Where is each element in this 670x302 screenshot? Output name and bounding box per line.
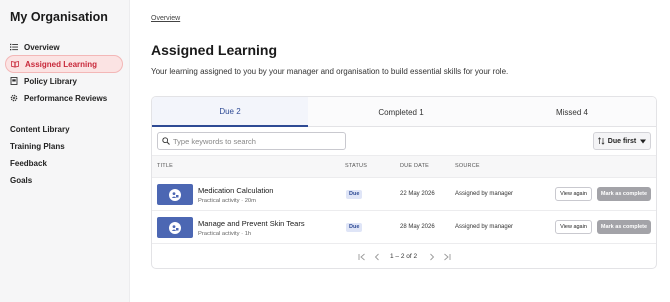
breadcrumb-overview-link[interactable]: Overview: [151, 15, 180, 22]
page-title: Assigned Learning: [151, 42, 278, 58]
table-row[interactable]: Medication Calculation Practical activit…: [152, 178, 656, 211]
status-badge: Due: [346, 223, 363, 232]
course-title[interactable]: Manage and Prevent Skin Tears: [198, 219, 305, 228]
due-date: 28 May 2026: [400, 224, 435, 230]
column-header-status: STATUS: [345, 163, 368, 169]
course-meta: Practical activity · 1h: [198, 231, 252, 237]
caret-down-icon: [640, 139, 647, 144]
activity-icon: [169, 188, 181, 201]
column-header-source: SOURCE: [455, 163, 480, 169]
view-again-button[interactable]: View again: [555, 220, 592, 234]
next-page-icon[interactable]: [427, 252, 437, 262]
tab-completed[interactable]: Completed 1: [323, 97, 479, 127]
list-icon: [10, 43, 18, 51]
gear-icon: [10, 94, 18, 102]
last-page-icon[interactable]: [442, 252, 452, 262]
assigned-learning-panel: Due 2 Completed 1 Missed 4 Due first TIT…: [151, 96, 657, 269]
first-page-icon[interactable]: [357, 252, 367, 262]
sidebar-item-feedback[interactable]: Feedback: [10, 159, 47, 168]
sidebar-item-label: Performance Reviews: [24, 93, 108, 103]
table-row[interactable]: Manage and Prevent Skin Tears Practical …: [152, 211, 656, 244]
search-box[interactable]: [157, 132, 346, 150]
sidebar: My Organisation Overview Assigned Learni…: [0, 0, 130, 302]
sidebar-title: My Organisation: [10, 10, 108, 24]
tab-bar: Due 2 Completed 1 Missed 4: [152, 97, 656, 127]
source: Assigned by manager: [455, 224, 514, 230]
sort-button[interactable]: Due first: [593, 132, 651, 150]
course-thumbnail: [157, 184, 193, 205]
sidebar-item-assigned-learning[interactable]: Assigned Learning: [5, 55, 123, 73]
activity-icon: [169, 221, 181, 234]
view-again-button[interactable]: View again: [555, 187, 592, 201]
sort-icon: [597, 137, 605, 145]
sidebar-item-overview[interactable]: Overview: [5, 38, 123, 56]
search-icon: [162, 132, 170, 150]
tab-due[interactable]: Due 2: [152, 97, 308, 127]
mark-complete-button[interactable]: Mark as complete: [597, 187, 651, 201]
sidebar-item-policy-library[interactable]: Policy Library: [5, 72, 123, 90]
previous-page-icon[interactable]: [372, 252, 382, 262]
sidebar-item-goals[interactable]: Goals: [10, 176, 32, 185]
page-description: Your learning assigned to you by your ma…: [151, 67, 509, 76]
column-header-title: TITLE: [157, 163, 173, 169]
course-thumbnail: [157, 217, 193, 238]
book-icon: [11, 60, 19, 68]
course-title[interactable]: Medication Calculation: [198, 186, 273, 195]
tab-missed[interactable]: Missed 4: [494, 97, 650, 127]
mark-complete-button[interactable]: Mark as complete: [597, 220, 651, 234]
course-meta: Practical activity · 20m: [198, 198, 256, 204]
sidebar-item-content-library[interactable]: Content Library: [10, 125, 70, 134]
status-badge: Due: [346, 190, 363, 199]
sidebar-item-label: Assigned Learning: [25, 59, 98, 69]
sidebar-item-performance-reviews[interactable]: Performance Reviews: [5, 89, 123, 107]
sort-label: Due first: [607, 137, 637, 145]
search-input[interactable]: [173, 136, 343, 146]
due-date: 22 May 2026: [400, 191, 435, 197]
pagination: 1 – 2 of 2: [152, 248, 656, 266]
sidebar-item-label: Policy Library: [24, 76, 77, 86]
source: Assigned by manager: [455, 191, 514, 197]
table-header: TITLE STATUS DUE DATE SOURCE: [152, 155, 656, 178]
sidebar-item-training-plans[interactable]: Training Plans: [10, 142, 65, 151]
sidebar-item-label: Overview: [24, 42, 60, 52]
column-header-due-date: DUE DATE: [400, 163, 430, 169]
document-icon: [10, 77, 18, 85]
pagination-range: 1 – 2 of 2: [390, 253, 418, 260]
